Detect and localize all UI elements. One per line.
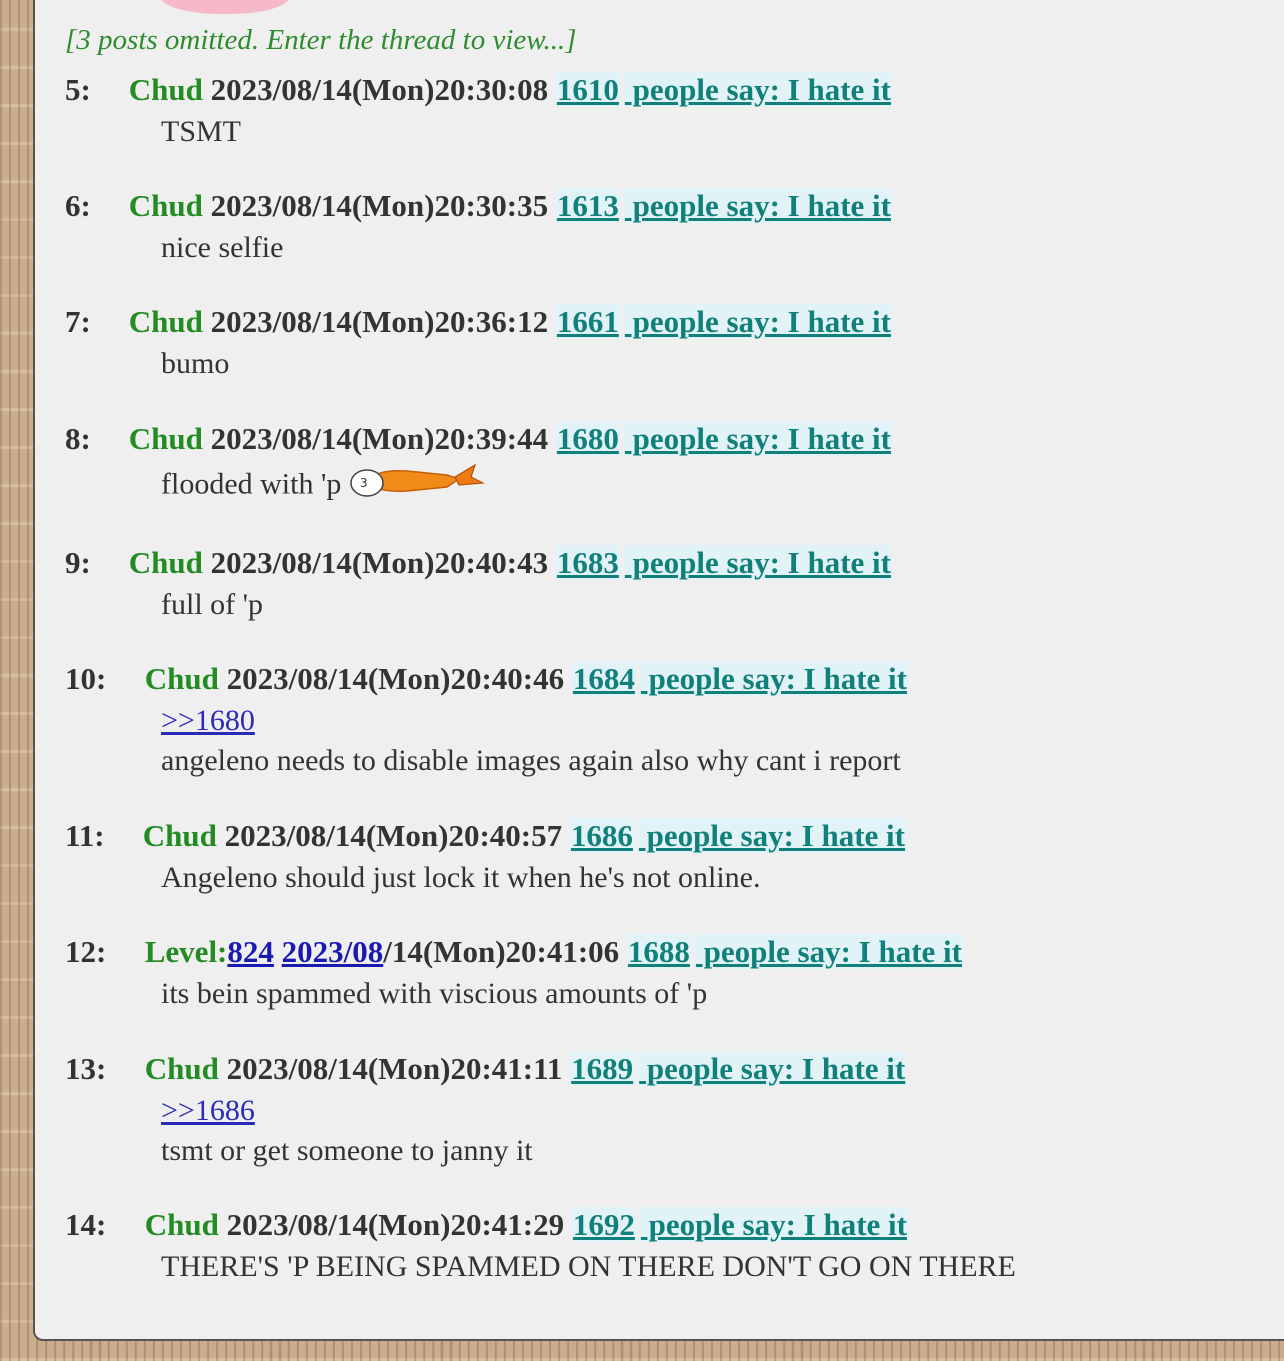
poster-name: Chud (144, 661, 219, 696)
post-10: 10: Chud 2023/08/14(Mon)20:40:46 1684 pe… (65, 661, 908, 781)
hate-it-link[interactable]: people say: I hate it (637, 818, 906, 853)
level-label: Level: (144, 934, 228, 969)
post-date: 2023/08/14(Mon)20:41:11 (226, 1051, 563, 1086)
post-number: 14: (65, 1207, 107, 1242)
post-text: angeleno needs to disable images again a… (161, 744, 901, 777)
hate-it-link[interactable]: people say: I hate it (639, 1207, 908, 1242)
post-body: >>1686 tsmt or get someone to janny it (161, 1091, 906, 1171)
post-13: 13: Chud 2023/08/14(Mon)20:41:11 1689 pe… (65, 1051, 907, 1171)
post-number: 9: (65, 545, 91, 580)
post-number: 5: (65, 72, 91, 107)
hate-it-link[interactable]: people say: I hate it (639, 661, 908, 696)
shrimp-tempura-icon: 3 (347, 461, 486, 512)
omitted-posts-notice: [3 posts omitted. Enter the thread to vi… (65, 24, 577, 56)
post-number: 6: (65, 188, 91, 223)
post-id-link[interactable]: 1686 (569, 818, 634, 853)
hate-it-link[interactable]: people say: I hate it (623, 545, 892, 580)
post-text: full of 'p (161, 588, 264, 621)
post-date: 2023/08/14(Mon)20:36:12 (210, 304, 549, 339)
hate-it-link[interactable]: people say: I hate it (623, 188, 892, 223)
post-body: >>1680 angeleno needs to disable images … (161, 701, 908, 781)
post-7: 7: Chud 2023/08/14(Mon)20:36:12 1661 peo… (65, 304, 892, 384)
post-text: THERE'S 'P BEING SPAMMED ON THERE DON'T … (161, 1250, 1016, 1283)
post-date: 2023/08/14(Mon)20:39:44 (210, 421, 549, 456)
poster-name: Chud (142, 818, 217, 853)
svg-text:3: 3 (360, 476, 368, 490)
post-id-link[interactable]: 1610 (555, 72, 620, 107)
poster-name: Chud (144, 1051, 219, 1086)
hate-it-link[interactable]: people say: I hate it (694, 934, 963, 969)
post-12: 12: Level:824 2023/08/14(Mon)20:41:06 16… (65, 934, 963, 1014)
post-id-link[interactable]: 1680 (555, 421, 620, 456)
poster-name: Chud (128, 188, 203, 223)
post-number: 8: (65, 421, 91, 456)
post-number: 7: (65, 304, 91, 339)
hate-it-link[interactable]: people say: I hate it (638, 1051, 907, 1086)
hate-it-link[interactable]: people say: I hate it (623, 421, 892, 456)
post-date: 2023/08/14(Mon)20:41:29 (226, 1207, 565, 1242)
post-body: flooded with 'p 3 (161, 461, 892, 512)
post-text: its bein spammed with viscious amounts o… (161, 977, 708, 1010)
post-date: /14(Mon)20:41:06 (383, 934, 620, 969)
post-11: 11: Chud 2023/08/14(Mon)20:40:57 1686 pe… (65, 818, 906, 898)
post-date: 2023/08/14(Mon)20:40:57 (224, 818, 563, 853)
post-number: 12: (65, 934, 107, 969)
post-id-link[interactable]: 1692 (571, 1207, 636, 1242)
post-text: TSMT (161, 115, 242, 148)
thread-panel: [3 posts omitted. Enter the thread to vi… (33, 0, 1284, 1341)
post-text: bumo (161, 347, 230, 380)
post-8: 8: Chud 2023/08/14(Mon)20:39:44 1680 peo… (65, 421, 892, 512)
post-6: 6: Chud 2023/08/14(Mon)20:30:35 1613 peo… (65, 188, 892, 268)
post-5: 5: Chud 2023/08/14(Mon)20:30:08 1610 peo… (65, 72, 892, 152)
post-date: 2023/08/14(Mon)20:30:35 (210, 188, 549, 223)
post-date: 2023/08/14(Mon)20:40:46 (226, 661, 565, 696)
hate-it-link[interactable]: people say: I hate it (623, 72, 892, 107)
hate-it-link[interactable]: people say: I hate it (623, 304, 892, 339)
post-date: 2023/08/14(Mon)20:40:43 (210, 545, 549, 580)
post-text: nice selfie (161, 231, 284, 264)
post-text: tsmt or get someone to janny it (161, 1134, 533, 1167)
date-link[interactable]: 2023/08 (282, 934, 384, 969)
post-number: 10: (65, 661, 107, 696)
poster-name: Chud (144, 1207, 219, 1242)
post-id-link[interactable]: 1683 (555, 545, 620, 580)
poster-name: Chud (128, 421, 203, 456)
reply-quote-link[interactable]: >>1686 (161, 1091, 906, 1131)
reply-quote-link[interactable]: >>1680 (161, 701, 908, 741)
post-id-link[interactable]: 1689 (570, 1051, 635, 1086)
post-id-link[interactable]: 1661 (555, 304, 620, 339)
post-number: 13: (65, 1051, 107, 1086)
post-text: flooded with 'p (161, 467, 342, 501)
post-text: Angeleno should just lock it when he's n… (161, 861, 761, 894)
poster-name: Chud (128, 72, 203, 107)
post-date: 2023/08/14(Mon)20:30:08 (210, 72, 549, 107)
thumbnail-image[interactable] (160, 0, 290, 14)
level-link[interactable]: 824 (227, 934, 274, 969)
post-9: 9: Chud 2023/08/14(Mon)20:40:43 1683 peo… (65, 545, 892, 625)
post-id-link[interactable]: 1684 (571, 661, 636, 696)
poster-name: Chud (128, 545, 203, 580)
post-id-link[interactable]: 1613 (555, 188, 620, 223)
post-id-link[interactable]: 1688 (626, 934, 691, 969)
post-14: 14: Chud 2023/08/14(Mon)20:41:29 1692 pe… (65, 1207, 1016, 1287)
post-number: 11: (65, 818, 105, 853)
poster-name: Chud (128, 304, 203, 339)
